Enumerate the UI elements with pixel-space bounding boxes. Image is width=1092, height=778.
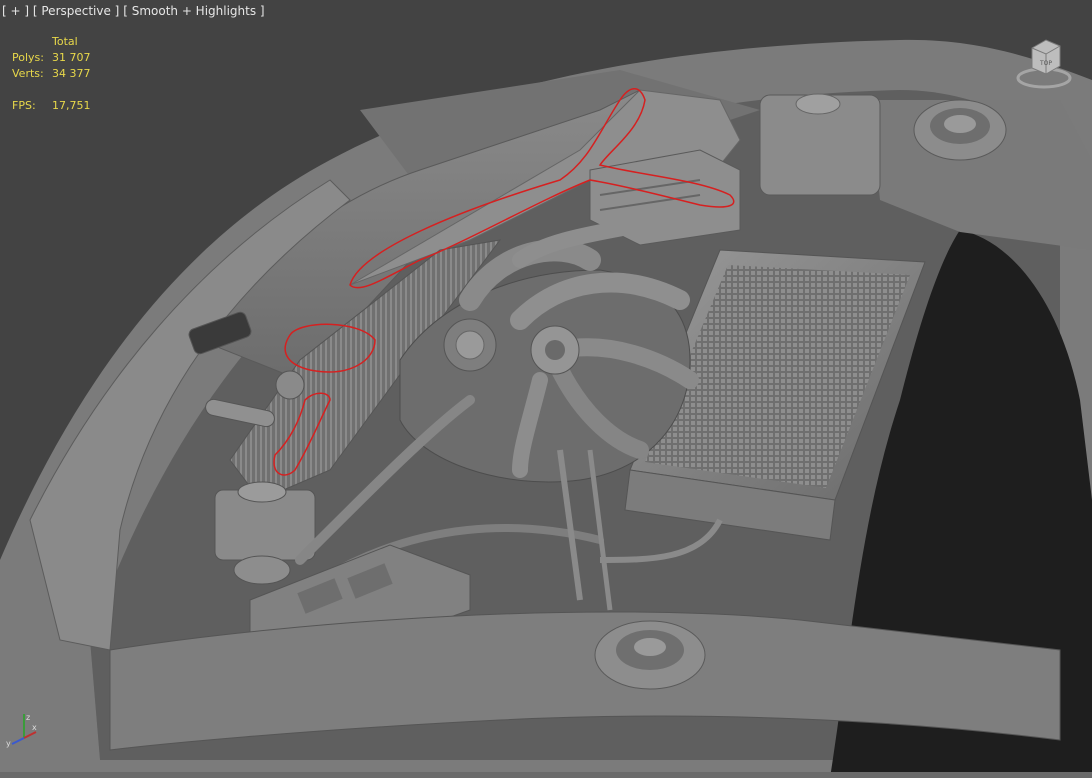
viewcube-icon[interactable]: TOP (1016, 34, 1074, 92)
axis-x-line (23, 731, 37, 739)
axis-y-label: y (6, 739, 11, 748)
viewport-menu-plus[interactable]: [ + ] (2, 4, 29, 18)
verts-label: Verts: (12, 67, 44, 80)
viewport-bottom-border (0, 772, 1092, 778)
stats-spacer (12, 82, 91, 98)
stats-header: Total (52, 35, 78, 48)
verts-value: 34 377 (52, 67, 91, 80)
polys-value: 31 707 (52, 51, 91, 64)
axis-y-line (11, 737, 25, 745)
viewcube-face-label: TOP (1039, 60, 1052, 67)
stats-fps-row: FPS: 17,751 (12, 98, 91, 114)
polys-label: Polys: (12, 51, 44, 64)
stats-polys-row: Polys: 31 707 (12, 50, 91, 66)
fps-label: FPS: (12, 99, 36, 112)
viewport-perspective[interactable]: [ + ] [ Perspective ] [ Smooth + Highlig… (0, 0, 1092, 778)
engine-bay-model[interactable] (0, 0, 1092, 778)
fps-value: 17,751 (52, 99, 91, 112)
viewport-label: [ + ] [ Perspective ] [ Smooth + Highlig… (2, 4, 265, 18)
statistics-panel: Total Polys: 31 707 Verts: 34 377 FPS: 1… (12, 34, 91, 114)
viewport-menu-view[interactable]: [ Perspective ] (33, 4, 120, 18)
axis-tripod: z x y (2, 708, 42, 748)
axis-z-label: z (26, 713, 30, 722)
viewcube[interactable]: TOP (1016, 34, 1074, 92)
axis-x-label: x (32, 723, 37, 732)
stats-verts-row: Verts: 34 377 (12, 66, 91, 82)
viewport-menu-shading[interactable]: [ Smooth + Highlights ] (123, 4, 264, 18)
reservoir-cap (233, 555, 291, 585)
